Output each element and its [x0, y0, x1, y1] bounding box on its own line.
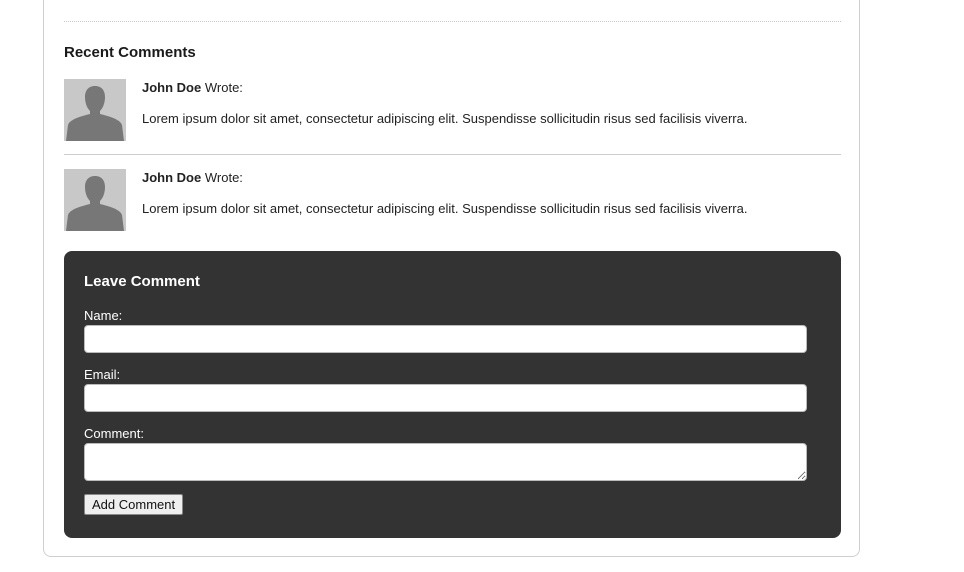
- email-label: Email:: [84, 367, 121, 382]
- name-input[interactable]: [84, 325, 807, 353]
- comment-meta: John Doe Wrote:: [142, 80, 243, 95]
- user-silhouette-icon: [64, 79, 126, 141]
- comment-item: John Doe Wrote: Lorem ipsum dolor sit am…: [64, 169, 841, 231]
- comment-text: Lorem ipsum dolor sit amet, consectetur …: [142, 111, 748, 126]
- add-comment-button[interactable]: Add Comment: [84, 494, 184, 515]
- user-silhouette-icon: [64, 169, 126, 231]
- comment-label: Comment:: [84, 426, 144, 441]
- comment-verb: Wrote:: [204, 80, 243, 95]
- comment-divider: [64, 154, 841, 155]
- leave-comment-form: Leave Comment Name: Email: Comment: Add …: [64, 251, 841, 538]
- comment-item: John Doe Wrote: Lorem ipsum dolor sit am…: [64, 79, 841, 141]
- recent-comments-title: Recent Comments: [64, 44, 196, 61]
- comment-text: Lorem ipsum dolor sit amet, consectetur …: [142, 201, 748, 216]
- email-input[interactable]: [84, 384, 807, 412]
- comment-author: John Doe: [142, 80, 202, 95]
- comment-textarea[interactable]: [84, 443, 807, 481]
- top-divider: [64, 21, 841, 22]
- comment-author: John Doe: [142, 170, 202, 185]
- comment-verb: Wrote:: [204, 170, 243, 185]
- leave-comment-title: Leave Comment: [84, 273, 200, 290]
- name-label: Name:: [84, 308, 123, 323]
- comment-meta: John Doe Wrote:: [142, 170, 243, 185]
